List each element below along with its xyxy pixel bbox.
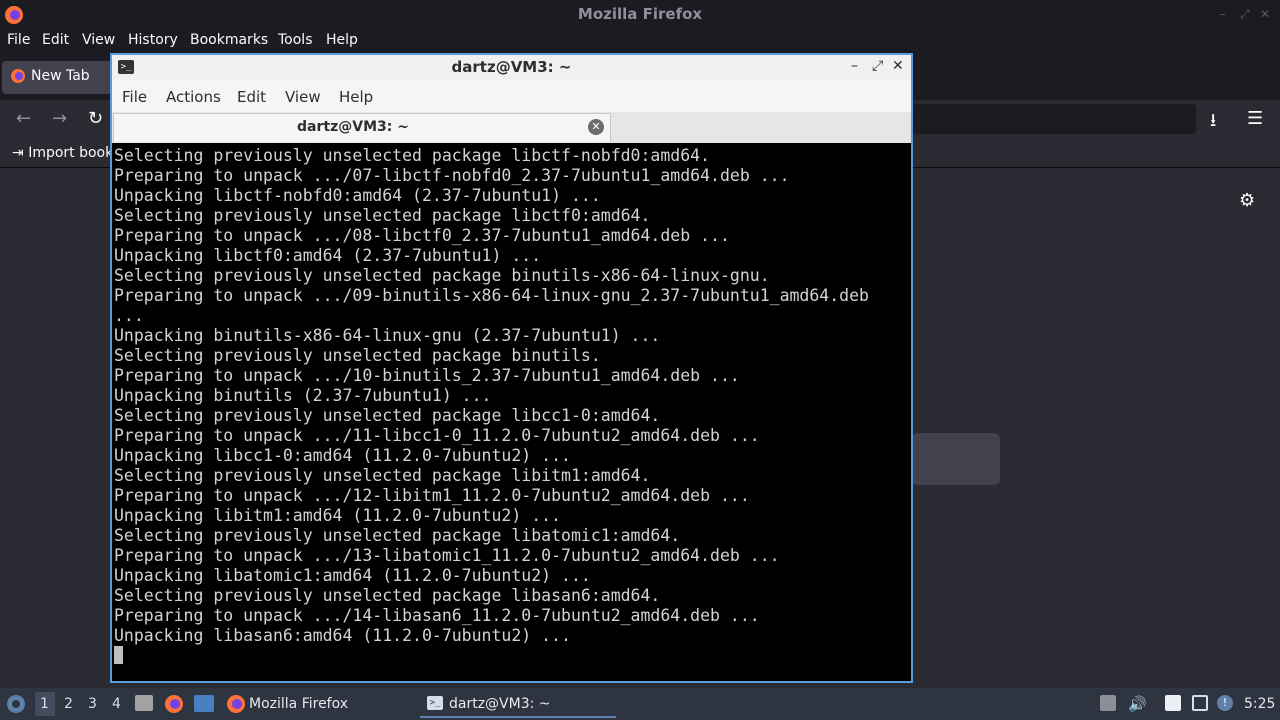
- terminal-line: Unpacking libcc1-0:amd64 (11.2.0-7ubuntu…: [114, 446, 571, 465]
- maximize-icon[interactable]: ⤢: [1240, 7, 1250, 22]
- terminal-line: Selecting previously unselected package …: [114, 526, 681, 545]
- terminal-line: Unpacking libitm1:amd64 (11.2.0-7ubuntu2…: [114, 506, 562, 525]
- term-menu-help[interactable]: Help: [339, 88, 373, 106]
- terminal-cursor: [114, 646, 123, 664]
- terminal-line: Selecting previously unselected package …: [114, 466, 651, 485]
- close-icon[interactable]: ✕: [1260, 7, 1270, 21]
- notification-icon[interactable]: !: [1217, 695, 1233, 711]
- terminal-line: Preparing to unpack .../12-libitm1_11.2.…: [114, 486, 750, 505]
- ff-menu-tools[interactable]: Tools: [278, 32, 313, 48]
- term-menu-view[interactable]: View: [285, 88, 321, 106]
- term-menu-edit[interactable]: Edit: [237, 88, 266, 106]
- back-icon[interactable]: ←: [16, 108, 31, 129]
- workspace-4[interactable]: 4: [112, 696, 121, 712]
- terminal-line: Preparing to unpack .../13-libatomic1_11…: [114, 546, 780, 565]
- taskbar-firefox-label: Mozilla Firefox: [249, 696, 349, 712]
- term-menu-file[interactable]: File: [122, 88, 147, 106]
- terminal-line: Selecting previously unselected package …: [114, 586, 661, 605]
- ff-menu-bookmarks[interactable]: Bookmarks: [190, 32, 268, 48]
- terminal-window-title: dartz@VM3: ~: [451, 58, 572, 76]
- firefox-window-title: Mozilla Firefox: [577, 5, 703, 23]
- workspace-1[interactable]: 1: [40, 696, 49, 712]
- url-bar[interactable]: [912, 104, 1196, 134]
- terminal-line: Unpacking libctf-nobfd0:amd64 (2.37-7ubu…: [114, 186, 601, 205]
- terminal-line: Selecting previously unselected package …: [114, 146, 711, 165]
- terminal-line: Unpacking libasan6:amd64 (11.2.0-7ubuntu…: [114, 626, 571, 645]
- terminal-line: Preparing to unpack .../11-libcc1-0_11.2…: [114, 426, 760, 445]
- volume-icon[interactable]: 🔊: [1128, 695, 1147, 713]
- network-icon[interactable]: [1192, 695, 1208, 711]
- ff-menu-history[interactable]: History: [128, 32, 178, 48]
- terminal-line: Preparing to unpack .../14-libasan6_11.2…: [114, 606, 760, 625]
- firefox-task-icon: [227, 695, 245, 713]
- forward-icon[interactable]: →: [52, 108, 67, 129]
- import-bookmarks-button[interactable]: ⇥ Import book: [12, 145, 113, 161]
- terminal-line: Preparing to unpack .../08-libctf0_2.37-…: [114, 226, 730, 245]
- terminal-line: Selecting previously unselected package …: [114, 406, 661, 425]
- newtab-search-box[interactable]: [912, 433, 1000, 485]
- terminal-tab-label: dartz@VM3: ~: [297, 119, 409, 135]
- clock[interactable]: 5:25: [1244, 696, 1275, 712]
- file-manager-icon[interactable]: [135, 695, 153, 711]
- tray-clipboard-icon[interactable]: [1165, 695, 1181, 711]
- tab-label: New Tab: [31, 68, 90, 84]
- term-menu-actions[interactable]: Actions: [166, 88, 221, 106]
- terminal-maximize-icon[interactable]: ⤢: [872, 58, 883, 74]
- terminal-line: Unpacking binutils-x86-64-linux-gnu (2.3…: [114, 326, 661, 345]
- taskbar-terminal-label: dartz@VM3: ~: [449, 696, 551, 712]
- terminal-line: Unpacking libctf0:amd64 (2.37-7ubuntu1) …: [114, 246, 542, 265]
- ff-menu-file[interactable]: File: [7, 32, 30, 48]
- terminal-prompt-line: [114, 646, 909, 666]
- terminal-line: Unpacking binutils (2.37-7ubuntu1) ...: [114, 386, 492, 405]
- tray-updates-icon[interactable]: [1100, 695, 1116, 711]
- terminal-line: Selecting previously unselected package …: [114, 346, 601, 365]
- terminal-minimize-icon[interactable]: –: [851, 58, 858, 74]
- show-desktop-icon[interactable]: [194, 695, 214, 712]
- terminal-line: ...: [114, 306, 144, 325]
- terminal-output[interactable]: Selecting previously unselected package …: [114, 146, 909, 680]
- terminal-line: Selecting previously unselected package …: [114, 266, 770, 285]
- import-bookmarks-label: Import book: [28, 145, 114, 161]
- ff-menu-view[interactable]: View: [82, 32, 115, 48]
- workspace-3[interactable]: 3: [88, 696, 97, 712]
- start-menu-icon[interactable]: [6, 694, 26, 714]
- terminal-line: Selecting previously unselected package …: [114, 206, 651, 225]
- minimize-icon[interactable]: –: [1220, 7, 1226, 21]
- downloads-icon[interactable]: ⭳: [1210, 108, 1216, 138]
- firefox-tab-icon: [11, 69, 25, 83]
- gear-icon[interactable]: ⚙: [1239, 190, 1255, 211]
- terminal-task-icon: >_: [427, 696, 443, 710]
- ff-menu-help[interactable]: Help: [326, 32, 358, 48]
- terminal-line: Preparing to unpack .../07-libctf-nobfd0…: [114, 166, 790, 185]
- firefox-launcher-icon[interactable]: [164, 694, 184, 714]
- terminal-line: Preparing to unpack .../10-binutils_2.37…: [114, 366, 740, 385]
- tab-close-icon[interactable]: ✕: [588, 119, 604, 135]
- workspace-2[interactable]: 2: [64, 696, 73, 712]
- terminal-menubar: [112, 81, 911, 112]
- terminal-close-icon[interactable]: ✕: [892, 58, 904, 74]
- hamburger-menu-icon[interactable]: ☰: [1247, 108, 1263, 129]
- reload-icon[interactable]: ↻: [88, 108, 103, 129]
- terminal-line: Preparing to unpack .../09-binutils-x86-…: [114, 286, 869, 305]
- terminal-line: Unpacking libatomic1:amd64 (11.2.0-7ubun…: [114, 566, 591, 585]
- taskbar: [0, 688, 1280, 720]
- import-icon: ⇥: [12, 145, 29, 161]
- ff-menu-edit[interactable]: Edit: [42, 32, 69, 48]
